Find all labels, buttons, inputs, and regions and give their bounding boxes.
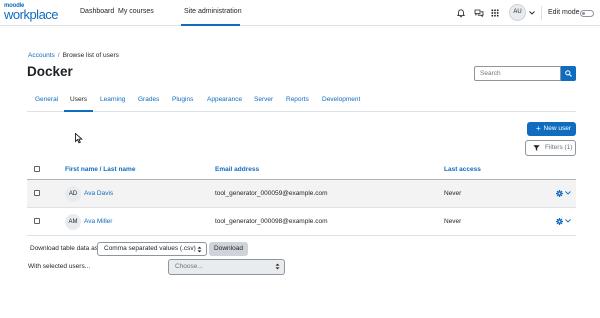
nav-active-indicator <box>181 24 240 26</box>
nav-dashboard[interactable]: Dashboard <box>80 8 114 15</box>
select-arrows-icon <box>197 246 202 253</box>
select-all-checkbox[interactable] <box>34 166 40 172</box>
logo-bottom-text: workplace <box>4 7 59 22</box>
with-selected-label: With selected users... <box>28 263 91 270</box>
plus-icon: + <box>536 124 541 133</box>
tab-appearance[interactable]: Appearance <box>207 96 242 103</box>
table-row: AD Ava Davis tool_generator_000059@examp… <box>27 180 576 208</box>
column-header-email[interactable]: Email address <box>215 166 259 173</box>
tab-reports[interactable]: Reports <box>286 96 309 103</box>
chat-icon[interactable] <box>474 8 484 18</box>
select-arrows-icon <box>275 263 280 270</box>
grid-icon[interactable] <box>491 9 499 17</box>
tab-learning[interactable]: Learning <box>100 96 125 103</box>
tab-plugins[interactable]: Plugins <box>172 96 193 103</box>
row-checkbox[interactable] <box>34 190 40 196</box>
download-format-select[interactable]: Comma separated values (.csv) <box>97 242 207 256</box>
bell-icon[interactable] <box>457 9 465 18</box>
edit-mode-label: Edit mode <box>548 9 580 16</box>
user-avatar[interactable]: AU <box>509 4 526 21</box>
top-navbar: moodle workplace Dashboard My courses Si… <box>0 0 600 26</box>
filters-button[interactable]: Filters (1) <box>525 140 576 156</box>
avatar: AM <box>65 214 81 230</box>
page-title: Docker <box>27 64 73 79</box>
user-last-access: Never <box>444 218 462 225</box>
avatar: AD <box>65 186 81 202</box>
tab-grades[interactable]: Grades <box>138 96 159 103</box>
tab-general[interactable]: General <box>35 96 58 103</box>
breadcrumb-current: Browse list of users <box>62 52 119 59</box>
new-user-label: New user <box>543 125 571 132</box>
bulk-action-placeholder: Choose... <box>175 263 203 270</box>
gear-icon[interactable] <box>556 218 563 225</box>
user-name-link[interactable]: Ava Miller <box>84 218 112 225</box>
table-row: AM Ava Miller tool_generator_000098@exam… <box>27 208 576 236</box>
chevron-down-icon[interactable] <box>529 11 535 15</box>
user-last-access: Never <box>444 190 462 197</box>
breadcrumb-accounts[interactable]: Accounts <box>28 52 55 59</box>
column-header-last-access[interactable]: Last access <box>444 166 481 173</box>
new-user-button[interactable]: + New user <box>527 122 576 136</box>
admin-tabs: General Users Learning Grades Plugins Ap… <box>27 90 576 112</box>
tab-server[interactable]: Server <box>254 96 273 103</box>
breadcrumb: Accounts / Browse list of users <box>28 52 119 59</box>
download-format-value: Comma separated values (.csv) <box>104 245 196 252</box>
gear-icon[interactable] <box>556 190 563 197</box>
user-name-link[interactable]: Ava Davis <box>84 190 113 197</box>
nav-site-administration[interactable]: Site administration <box>184 8 242 15</box>
filter-icon <box>533 145 540 151</box>
chevron-down-icon[interactable] <box>565 219 571 223</box>
row-checkbox[interactable] <box>34 218 40 224</box>
search-button[interactable] <box>561 66 576 81</box>
site-logo[interactable]: moodle workplace <box>4 3 64 23</box>
mouse-cursor-icon <box>75 133 83 144</box>
search-icon <box>565 70 572 77</box>
download-button[interactable]: Download <box>209 242 248 256</box>
users-table-header: First name / Last name Email address Las… <box>27 160 576 180</box>
navbar-divider <box>541 6 542 20</box>
download-label: Download table data as <box>30 245 98 252</box>
tab-development[interactable]: Development <box>322 96 360 103</box>
chevron-down-icon[interactable] <box>565 191 571 195</box>
edit-mode-toggle[interactable] <box>580 10 594 17</box>
user-email: tool_generator_000059@example.com <box>215 190 328 197</box>
breadcrumb-separator: / <box>57 52 60 59</box>
column-header-name[interactable]: First name / Last name <box>65 166 135 173</box>
search-input[interactable] <box>474 66 561 81</box>
tab-users[interactable]: Users <box>70 96 87 103</box>
user-email: tool_generator_000098@example.com <box>215 218 328 225</box>
filters-label: Filters (1) <box>545 144 573 151</box>
bulk-action-select[interactable]: Choose... <box>168 259 285 275</box>
nav-my-courses[interactable]: My courses <box>118 8 154 15</box>
active-tab-indicator <box>64 110 93 112</box>
